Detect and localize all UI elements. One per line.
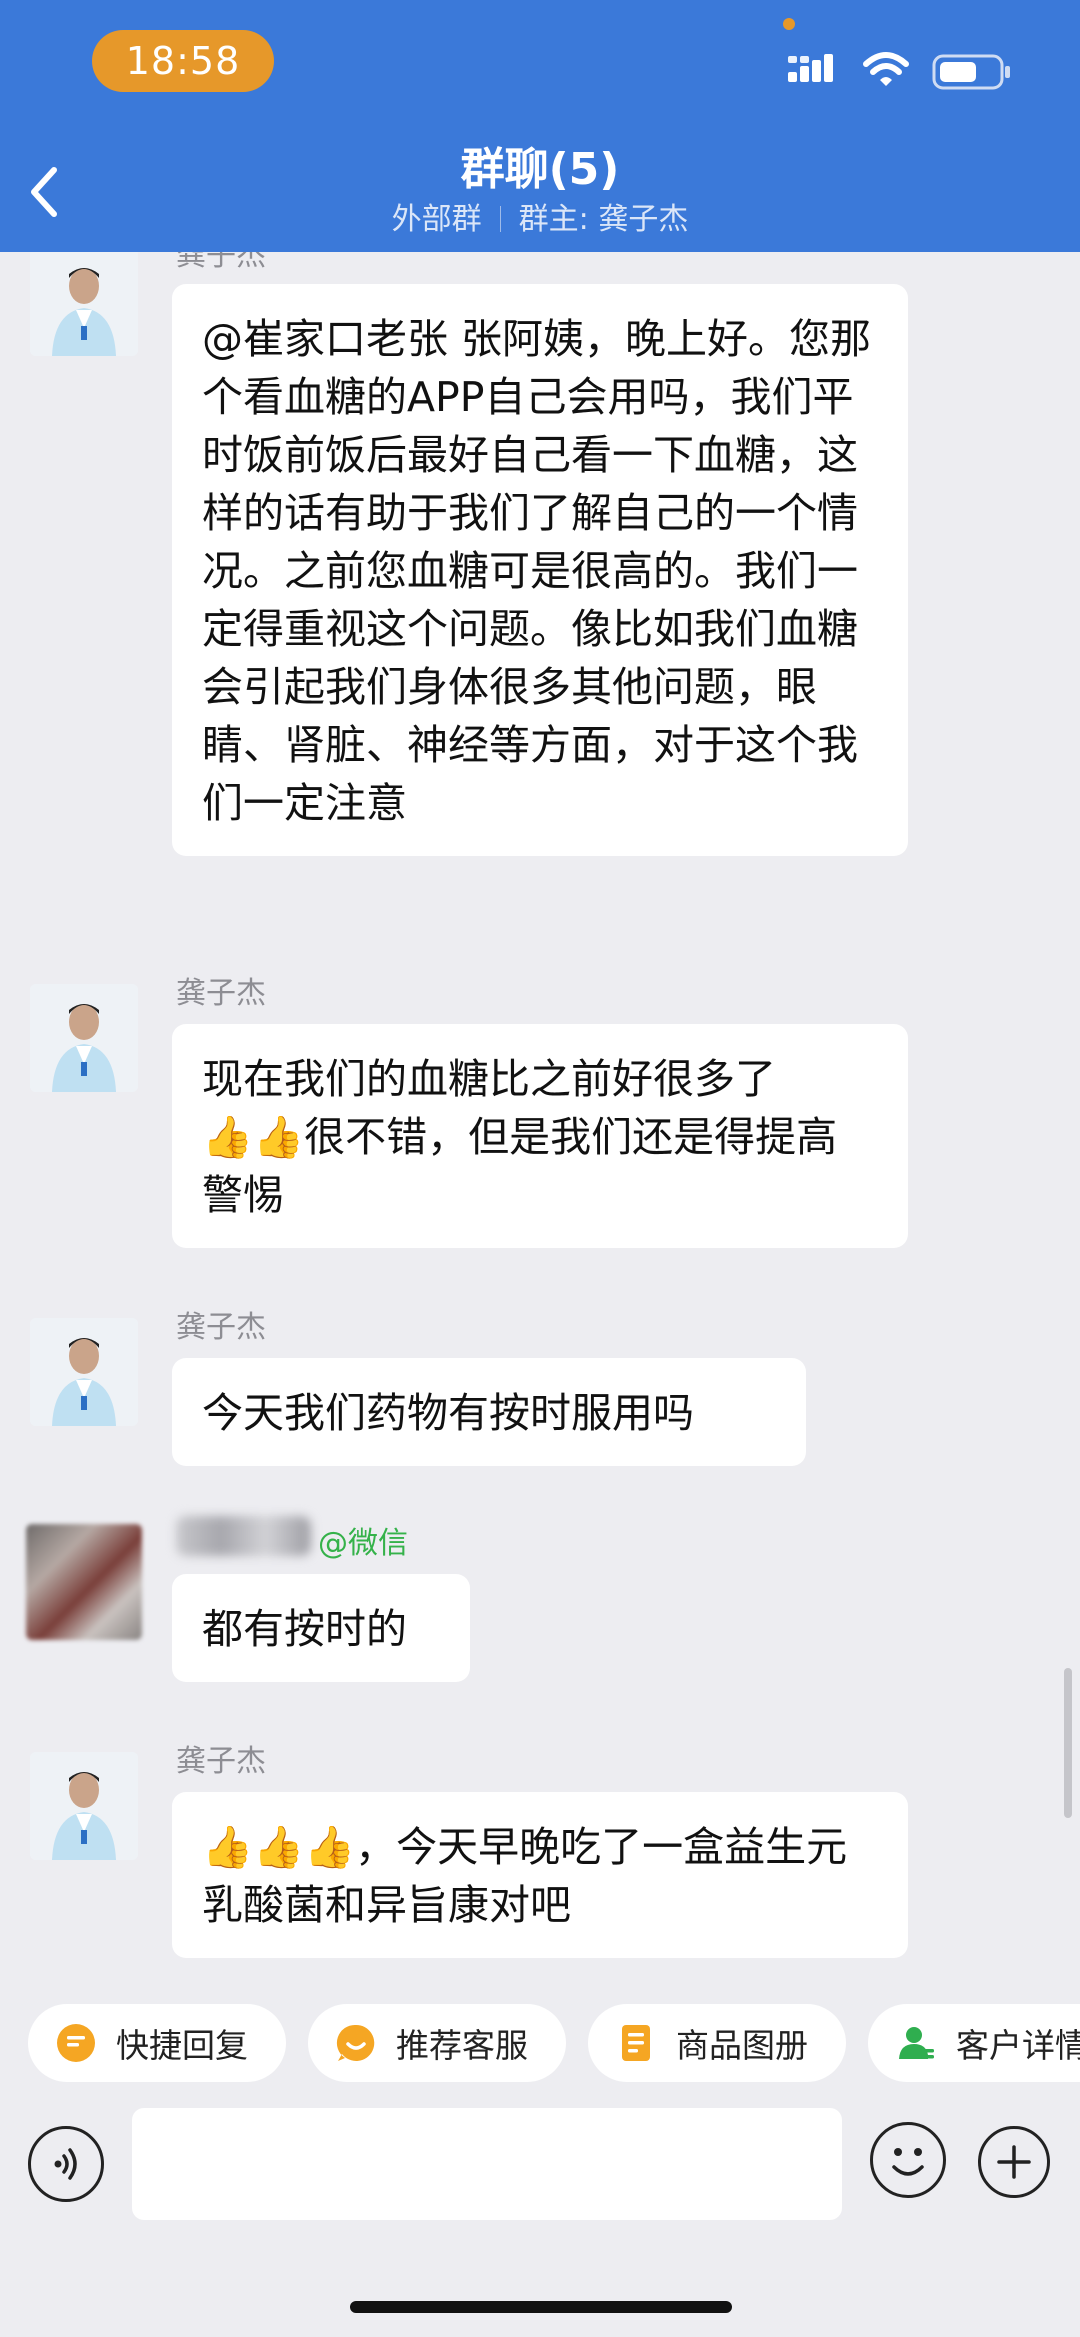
recording-indicator-dot — [783, 18, 795, 30]
customer-detail-icon — [899, 2027, 934, 2059]
message-bubble[interactable]: 今天我们药物有按时服用吗 — [172, 1358, 806, 1466]
customer-detail-button[interactable]: 客户详情 — [868, 2004, 1080, 2082]
thumbs-up-icon: 👍👍👍 — [202, 1823, 356, 1871]
emoji-icon — [892, 2148, 924, 2176]
quick-reply-button[interactable]: 快捷回复 — [28, 2004, 286, 2082]
message-sender: 龚子杰 — [176, 976, 266, 1011]
doctor-avatar-icon — [30, 1752, 138, 1860]
recommend-service-button[interactable]: 推荐客服 — [308, 2004, 566, 2082]
avatar[interactable] — [30, 1318, 138, 1426]
product-album-button[interactable]: 商品图册 — [588, 2004, 846, 2082]
avatar[interactable] — [30, 1752, 138, 1860]
avatar[interactable] — [30, 252, 138, 356]
message-sender: 龚子杰 — [176, 1744, 266, 1779]
chip-label: 商品图册 — [676, 2026, 808, 2065]
message-bubble[interactable]: 现在我们的血糖比之前好很多了👍👍很不错，但是我们还是得提高警惕 — [172, 1024, 908, 1248]
message-bubble[interactable]: 👍👍👍，今天早晚吃了一盒益生元乳酸菌和异旨康对吧 — [172, 1792, 908, 1958]
chip-label: 客户详情 — [956, 2026, 1080, 2065]
recommend-service-icon — [336, 2024, 375, 2061]
quick-action-bar[interactable]: 快捷回复 推荐客服 商品图册 客户详情 — [0, 1976, 1080, 2086]
message-input[interactable] — [132, 2108, 842, 2220]
chat-header: 18:58 群聊(5) 外部群 群主: 龚子杰 — [0, 0, 1080, 252]
thumbs-up-icon: 👍👍 — [202, 1113, 305, 1161]
wifi-icon — [863, 52, 909, 86]
sender-name-redacted — [176, 1516, 311, 1556]
group-owner-label: 群主: 龚子杰 — [518, 202, 689, 237]
message-list[interactable]: 龚子杰 @崔家口老张 张阿姨，晚上好。您那个看血糖的APP自己会用吗，我们平时饭… — [0, 252, 1080, 1976]
avatar[interactable] — [30, 984, 138, 1092]
doctor-avatar-icon — [30, 1318, 138, 1426]
voice-icon — [54, 2148, 77, 2180]
home-indicator[interactable] — [350, 2301, 732, 2313]
chip-label: 快捷回复 — [116, 2026, 248, 2065]
quick-reply-icon — [57, 2024, 95, 2062]
status-time: 18:58 — [92, 30, 274, 92]
emoji-button[interactable] — [870, 2122, 946, 2198]
signal-icon — [788, 54, 833, 82]
subtitle-divider — [499, 206, 501, 232]
chat-title[interactable]: 群聊(5) — [0, 140, 1080, 200]
scrollbar[interactable] — [1064, 1668, 1072, 1818]
message-bubble[interactable]: @崔家口老张 张阿姨，晚上好。您那个看血糖的APP自己会用吗，我们平时饭前饭后最… — [172, 284, 908, 856]
battery-icon — [932, 54, 1010, 90]
chat-subtitle: 外部群 群主: 龚子杰 — [0, 199, 1080, 241]
product-album-icon — [622, 2025, 650, 2061]
plus-button[interactable] — [978, 2126, 1050, 2198]
avatar[interactable] — [26, 1524, 142, 1640]
doctor-avatar-icon — [30, 252, 138, 356]
message-sender: 龚子杰 — [176, 252, 266, 273]
message-bubble[interactable]: 都有按时的 — [172, 1574, 470, 1682]
message-text: 现在我们的血糖比之前好很多了 — [202, 1055, 776, 1103]
voice-button[interactable] — [28, 2126, 104, 2202]
message-sender: 龚子杰 — [176, 1310, 266, 1345]
plus-icon — [997, 2145, 1031, 2179]
group-type-label: 外部群 — [391, 202, 482, 237]
wechat-tag: @微信 — [318, 1526, 408, 1561]
chip-label: 推荐客服 — [396, 2026, 528, 2065]
doctor-avatar-icon — [30, 984, 138, 1092]
